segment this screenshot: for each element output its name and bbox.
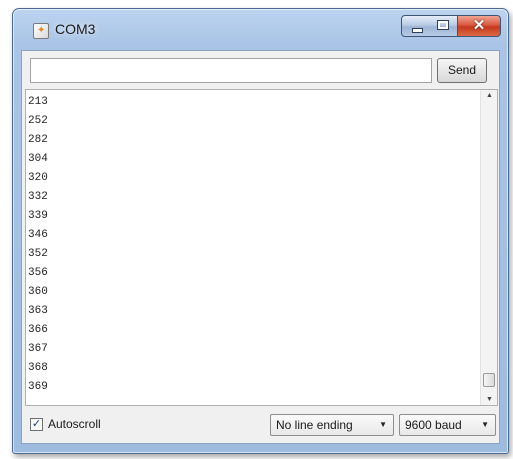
serial-output-area[interactable]: 213 252 282 304 320 332 339 346 352 356 …: [25, 89, 498, 406]
scroll-up-icon[interactable]: ▲: [481, 92, 498, 99]
monitor-client-area: Send 213 252 282 304 320 332 339 346 352…: [21, 50, 500, 444]
output-line: 304: [28, 153, 48, 165]
output-line: 213: [28, 96, 48, 108]
line-ending-dropdown[interactable]: No line ending ▼: [270, 414, 394, 436]
output-line: 252: [28, 115, 48, 127]
output-line: 352: [28, 248, 48, 260]
output-line: 339: [28, 210, 48, 222]
chevron-down-icon: ▼: [379, 420, 387, 429]
output-line: 346: [28, 229, 48, 241]
output-line: 366: [28, 324, 48, 336]
autoscroll-label: Autoscroll: [48, 417, 101, 431]
minimize-icon: [412, 28, 423, 33]
title-bar[interactable]: ✦ COM3 ✕: [13, 9, 508, 49]
line-ending-value: No line ending: [276, 418, 353, 432]
send-text-input[interactable]: [30, 58, 432, 83]
scrollbar-thumb[interactable]: [483, 373, 495, 387]
output-line: 368: [28, 362, 48, 374]
output-lines: 213 252 282 304 320 332 339 346 352 356 …: [28, 93, 48, 397]
baud-rate-value: 9600 baud: [405, 418, 462, 432]
chevron-down-icon: ▼: [481, 420, 489, 429]
output-line: 360: [28, 286, 48, 298]
send-button[interactable]: Send: [437, 58, 487, 83]
maximize-button[interactable]: [430, 15, 458, 37]
baud-rate-dropdown[interactable]: 9600 baud ▼: [399, 414, 496, 436]
serial-monitor-window: ✦ COM3 ✕ Send 213 252 282 304 320 332 33…: [12, 8, 509, 454]
output-line: 320: [28, 172, 48, 184]
maximize-icon: [437, 20, 449, 30]
app-icon: ✦: [33, 23, 49, 39]
close-button[interactable]: ✕: [457, 15, 501, 37]
scroll-down-icon[interactable]: ▼: [481, 396, 498, 403]
checkmark-icon: ✓: [31, 418, 42, 430]
autoscroll-checkbox[interactable]: ✓: [30, 418, 43, 431]
output-line: 332: [28, 191, 48, 203]
window-title: COM3: [55, 21, 96, 37]
close-icon: ✕: [472, 17, 486, 34]
output-line: 356: [28, 267, 48, 279]
minimize-button[interactable]: [401, 15, 431, 37]
output-line: 363: [28, 305, 48, 317]
output-line: 282: [28, 134, 48, 146]
bottom-toolbar: ✓ Autoscroll No line ending ▼ 9600 baud …: [22, 411, 499, 441]
output-line: 369: [28, 381, 48, 393]
vertical-scrollbar[interactable]: ▲ ▼: [480, 90, 497, 405]
output-line: 367: [28, 343, 48, 355]
